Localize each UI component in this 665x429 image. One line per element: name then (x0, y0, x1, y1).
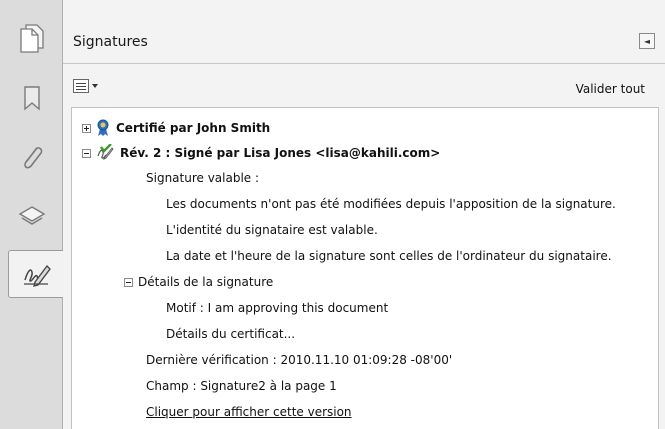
signatures-panel: Signatures ◄ Valider tout Certifié par J… (63, 0, 665, 429)
navigation-sidebar (0, 0, 64, 429)
validity-detail-text: Les documents n'ont pas été modifiées de… (166, 197, 616, 211)
attachments-button[interactable] (8, 134, 56, 182)
tree-row-reason[interactable]: Motif : I am approving this document (166, 296, 388, 320)
field-text: Champ : Signature2 à la page 1 (146, 379, 337, 393)
panel-toolbar: Valider tout (63, 65, 665, 105)
reason-text: Motif : I am approving this document (166, 301, 389, 315)
certified-ribbon-icon (97, 119, 109, 136)
validity-detail-text: La date et l'heure de la signature sont … (166, 249, 612, 263)
panel-header: Signatures ◄ (63, 0, 665, 64)
tree-row-signature-details[interactable]: Détails de la signature (124, 270, 273, 294)
validate-all-button[interactable]: Valider tout (576, 82, 645, 96)
tree-row-signature-valid[interactable]: Signature valable : (146, 166, 259, 190)
bookmarks-button[interactable] (8, 74, 56, 122)
tree-row-revision[interactable]: Rév. 2 : Signé par Lisa Jones <lisa@kahi… (82, 141, 440, 165)
tree-row-certified[interactable]: Certifié par John Smith (82, 116, 270, 140)
layers-icon (18, 206, 46, 225)
validity-detail-text: L'identité du signataire est valable. (166, 223, 378, 237)
view-version-link[interactable]: Cliquer pour afficher cette version (146, 405, 352, 419)
pages-button[interactable] (8, 14, 56, 62)
signature-tree: Certifié par John Smith Rév. 2 : Signé p… (71, 107, 659, 429)
tree-row-last-check[interactable]: Dernière vérification : 2010.11.10 01:09… (146, 348, 452, 372)
tree-row-validity-3[interactable]: La date et l'heure de la signature sont … (166, 244, 612, 268)
tree-row-view-version[interactable]: Cliquer pour afficher cette version (146, 400, 352, 424)
certificate-details-link[interactable]: Détails du certificat... (166, 327, 295, 341)
pages-icon (20, 24, 44, 53)
certified-label: Certifié par John Smith (116, 121, 271, 135)
chevron-down-icon (92, 84, 98, 88)
options-icon (73, 79, 89, 93)
tree-row-validity-1[interactable]: Les documents n'ont pas été modifiées de… (166, 192, 616, 216)
signatures-button[interactable] (8, 250, 64, 298)
last-check-text: Dernière vérification : 2010.11.10 01:09… (146, 353, 453, 367)
signature-valid-label: Signature valable : (146, 171, 260, 185)
signature-icon (23, 265, 51, 287)
tree-row-certificate-details[interactable]: Détails du certificat... (166, 322, 295, 346)
collapse-panel-button[interactable]: ◄ (639, 33, 655, 49)
collapse-icon[interactable] (82, 148, 91, 158)
layers-button[interactable] (8, 192, 56, 240)
signature-details-label: Détails de la signature (138, 275, 274, 289)
expand-icon[interactable] (82, 123, 91, 133)
signed-check-icon (97, 144, 114, 161)
paperclip-icon (24, 147, 43, 169)
collapse-icon[interactable] (124, 277, 133, 287)
tree-row-validity-2[interactable]: L'identité du signataire est valable. (166, 218, 378, 242)
tree-row-field[interactable]: Champ : Signature2 à la page 1 (146, 374, 337, 398)
panel-title: Signatures (73, 34, 148, 50)
bookmark-icon (24, 86, 40, 111)
options-menu-button[interactable] (73, 79, 98, 93)
revision-label: Rév. 2 : Signé par Lisa Jones <lisa@kahi… (120, 146, 441, 160)
